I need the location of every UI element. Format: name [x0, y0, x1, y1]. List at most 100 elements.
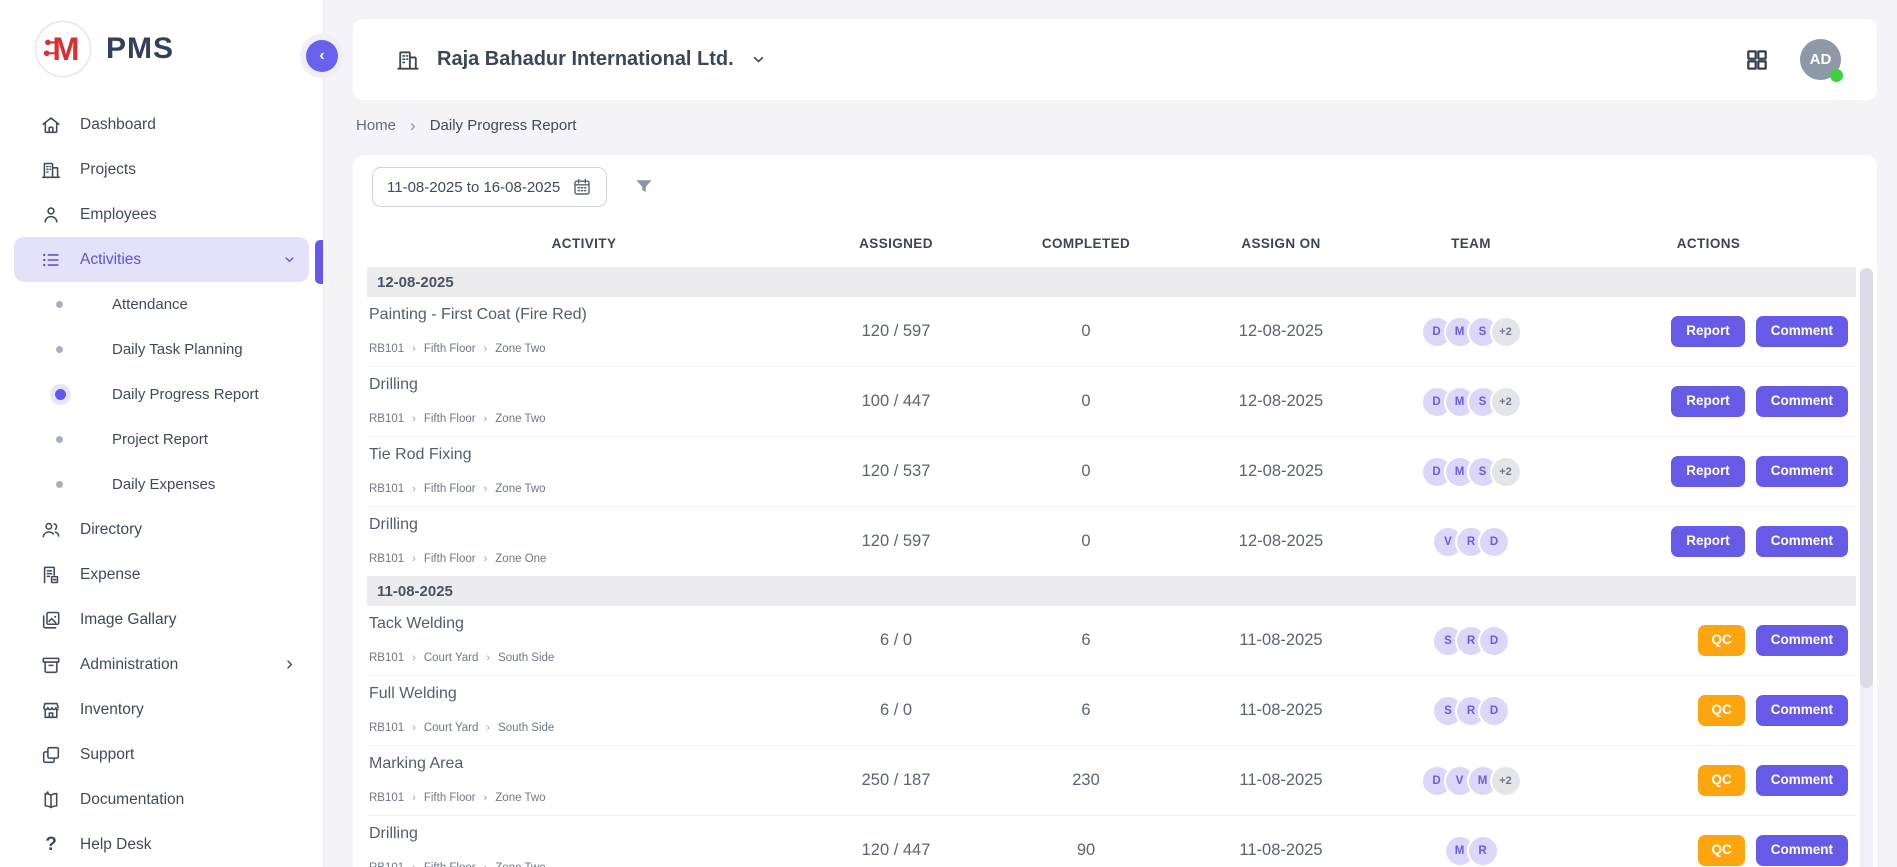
sidebar-item-help-desk[interactable]: ?Help Desk [14, 822, 309, 867]
sidebar-item-directory[interactable]: Directory [14, 507, 309, 552]
sidebar-item-employees[interactable]: Employees [14, 192, 309, 237]
header-actions: AD [1744, 39, 1841, 80]
path-segment: RB101 [369, 862, 404, 867]
sidebar: M PMS DashboardProjectsEmployeesActiviti… [0, 0, 324, 867]
activity-title: Tie Rod Fixing [369, 446, 801, 464]
report-button[interactable]: Report [1671, 386, 1745, 417]
comment-button[interactable]: Comment [1756, 625, 1848, 656]
team-avatars: SRD [1381, 676, 1561, 745]
company-building-icon [395, 47, 421, 73]
sidebar-item-projects[interactable]: Projects [14, 147, 309, 192]
comment-button[interactable]: Comment [1756, 835, 1848, 866]
apps-grid-icon[interactable] [1744, 47, 1770, 73]
activity-location-path: RB101›Fifth Floor›Zone One [369, 553, 801, 565]
scrollbar-thumb[interactable] [1860, 268, 1873, 688]
sidebar-item-administration[interactable]: Administration [14, 642, 309, 687]
team-overflow-badge[interactable]: +2 [1490, 765, 1522, 797]
sidebar-subitem-label: Project Report [112, 431, 208, 448]
sidebar-item-expense[interactable]: Expense [14, 552, 309, 597]
content-card: 11-08-2025 to 16-08-2025 ACTIVITYASSIGNE… [353, 155, 1877, 867]
sidebar-subitem-project-report[interactable]: Project Report [0, 417, 323, 462]
activity-title: Full Welding [369, 685, 801, 703]
path-segment: Fifth Floor [424, 483, 476, 495]
sidebar-item-label: Directory [80, 521, 142, 539]
sidebar-item-inventory[interactable]: Inventory [14, 687, 309, 732]
sidebar-item-label: Activities [80, 251, 141, 269]
comment-button[interactable]: Comment [1756, 316, 1848, 347]
assigned-value: 120 / 597 [801, 507, 991, 576]
filter-funnel-icon[interactable] [633, 176, 655, 198]
path-segment: RB101 [369, 343, 404, 355]
online-status-dot [1830, 69, 1843, 82]
assigned-value: 6 / 0 [801, 606, 991, 675]
completed-value: 230 [991, 746, 1181, 815]
qc-button[interactable]: QC [1698, 695, 1744, 726]
path-segment: RB101 [369, 413, 404, 425]
team-member-avatar[interactable]: D [1478, 526, 1510, 558]
copy-icon [40, 744, 62, 766]
date-range-input[interactable]: 11-08-2025 to 16-08-2025 [372, 167, 607, 207]
date-range-value: 11-08-2025 to 16-08-2025 [387, 179, 560, 196]
completed-value: 90 [991, 816, 1181, 867]
activity-location-path: RB101›Fifth Floor›Zone Two [369, 792, 801, 804]
qc-button[interactable]: QC [1698, 625, 1744, 656]
company-selector[interactable]: Raja Bahadur International Ltd. [395, 47, 767, 73]
report-button[interactable]: Report [1671, 316, 1745, 347]
activity-title: Drilling [369, 825, 801, 843]
column-header-activity: ACTIVITY [367, 236, 801, 251]
chevron-down-icon [282, 252, 297, 267]
path-separator-icon: › [412, 863, 416, 867]
sidebar-item-documentation[interactable]: Documentation [14, 777, 309, 822]
path-separator-icon: › [412, 554, 416, 565]
report-button[interactable]: Report [1671, 456, 1745, 487]
comment-button[interactable]: Comment [1756, 695, 1848, 726]
completed-value: 0 [991, 507, 1181, 576]
sidebar-subitem-daily-expenses[interactable]: Daily Expenses [0, 462, 323, 507]
sidebar-item-dashboard[interactable]: Dashboard [14, 102, 309, 147]
path-separator-icon: › [486, 653, 490, 664]
active-section-indicator [315, 240, 323, 284]
sidebar-subitem-label: Daily Progress Report [112, 386, 259, 403]
actions-cell: QC Comment [1561, 746, 1856, 815]
path-separator-icon: › [412, 653, 416, 664]
sidebar-item-support[interactable]: Support [14, 732, 309, 777]
actions-cell: QC Comment [1561, 816, 1856, 867]
team-overflow-badge[interactable]: +2 [1490, 456, 1522, 488]
assign-on-date: 11-08-2025 [1181, 606, 1381, 675]
chevron-right-icon [282, 657, 297, 672]
team-member-avatar[interactable]: D [1478, 695, 1510, 727]
comment-button[interactable]: Comment [1756, 386, 1848, 417]
activity-cell: DrillingRB101›Fifth Floor›Zone One [367, 507, 801, 576]
team-overflow-badge[interactable]: +2 [1490, 386, 1522, 418]
report-button[interactable]: Report [1671, 526, 1745, 557]
comment-button[interactable]: Comment [1756, 456, 1848, 487]
sidebar-subitem-attendance[interactable]: Attendance [0, 282, 323, 327]
path-separator-icon: › [412, 793, 416, 804]
assign-on-date: 11-08-2025 [1181, 816, 1381, 867]
sidebar-item-label: Help Desk [80, 836, 152, 854]
sidebar-item-image-gallary[interactable]: Image Gallary [14, 597, 309, 642]
comment-button[interactable]: Comment [1756, 765, 1848, 796]
path-separator-icon: › [486, 723, 490, 734]
breadcrumb-separator-icon: › [410, 117, 416, 134]
sidebar-collapse-button[interactable]: ‹ [306, 40, 338, 72]
team-overflow-badge[interactable]: +2 [1490, 316, 1522, 348]
breadcrumb-home[interactable]: Home [356, 117, 396, 134]
completed-value: 6 [991, 606, 1181, 675]
user-avatar[interactable]: AD [1800, 39, 1841, 80]
qc-button[interactable]: QC [1698, 765, 1744, 796]
bullet-icon [56, 346, 63, 353]
main-area: Raja Bahadur International Ltd. AD Home … [324, 0, 1897, 867]
sidebar-subitem-daily-task-planning[interactable]: Daily Task Planning [0, 327, 323, 372]
activity-location-path: RB101›Fifth Floor›Zone Two [369, 483, 801, 495]
pms-logo-icon: M [34, 20, 92, 78]
building-icon [40, 159, 62, 181]
team-member-avatar[interactable]: D [1478, 625, 1510, 657]
team-member-avatar[interactable]: R [1467, 835, 1499, 867]
sidebar-subitem-daily-progress-report[interactable]: Daily Progress Report [0, 372, 323, 417]
qc-button[interactable]: QC [1698, 835, 1744, 866]
sidebar-item-activities[interactable]: Activities [14, 237, 309, 282]
comment-button[interactable]: Comment [1756, 526, 1848, 557]
vertical-scrollbar[interactable] [1860, 268, 1873, 867]
assign-on-date: 12-08-2025 [1181, 297, 1381, 366]
